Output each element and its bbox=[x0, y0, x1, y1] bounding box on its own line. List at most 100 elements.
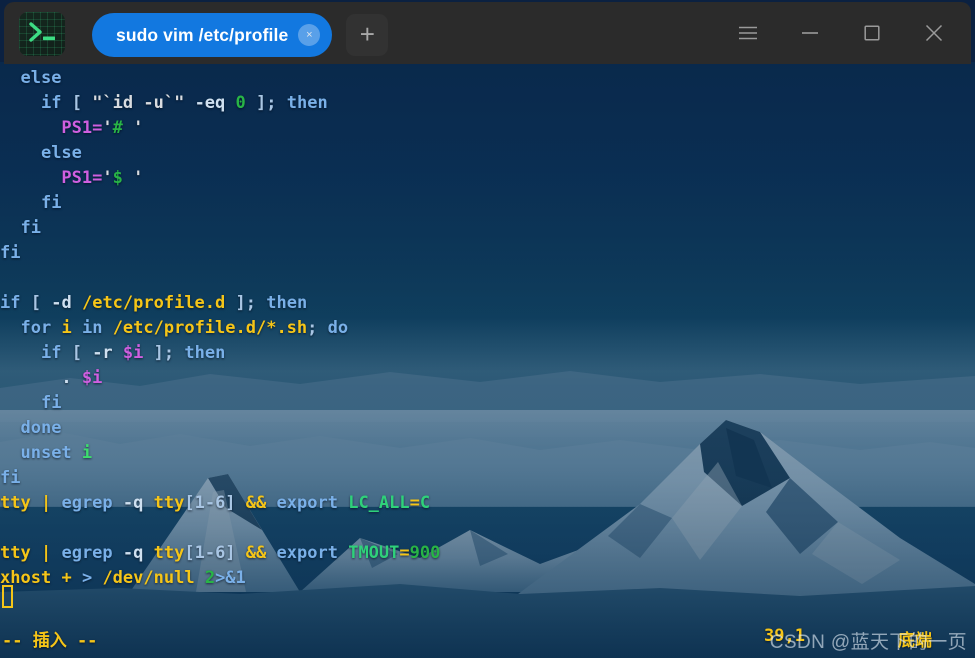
code-token: export bbox=[276, 543, 338, 563]
hamburger-menu-icon[interactable] bbox=[717, 2, 779, 64]
code-token: = bbox=[399, 543, 410, 563]
code-token: else bbox=[40, 143, 82, 163]
code-token: = bbox=[409, 493, 420, 513]
code-token: if bbox=[0, 293, 21, 313]
code-token: /dev/null bbox=[102, 568, 195, 588]
code-token: tty bbox=[153, 493, 185, 513]
code-line: if [ -r $i ]; then bbox=[0, 341, 975, 366]
code-token: tty bbox=[0, 543, 31, 563]
code-token: ' bbox=[102, 168, 113, 188]
code-line: xhost + > /dev/null 2>&1 bbox=[0, 566, 975, 591]
code-token: . bbox=[61, 368, 72, 388]
code-token: unset bbox=[20, 443, 72, 463]
tab-sudo-vim-etc-profile[interactable]: sudo vim /etc/profile × bbox=[92, 13, 333, 57]
code-token: ; bbox=[266, 93, 277, 113]
code-line: fi bbox=[0, 241, 975, 266]
tab-close-icon[interactable]: × bbox=[298, 24, 321, 46]
code-token: i bbox=[61, 318, 72, 338]
new-tab-button[interactable]: + bbox=[346, 14, 389, 56]
code-token: # bbox=[112, 118, 123, 138]
code-token: export bbox=[276, 493, 338, 513]
vim-buffer[interactable]: else if [ "`id -u`" -eq 0 ]; then PS1='#… bbox=[0, 62, 975, 616]
code-line: tty | egrep -q tty[1-6] && export TMOUT=… bbox=[0, 541, 975, 566]
code-token: tty bbox=[0, 493, 31, 513]
code-token: && bbox=[245, 543, 267, 563]
code-token: else bbox=[20, 68, 62, 88]
code-token: | bbox=[40, 543, 52, 563]
code-token: $i bbox=[122, 343, 144, 363]
code-token: $i bbox=[81, 368, 103, 388]
code-token: [ bbox=[71, 93, 82, 113]
code-token: [1-6] bbox=[184, 543, 236, 563]
code-token: TMOUT bbox=[348, 543, 400, 563]
code-token: if bbox=[40, 93, 62, 113]
code-token: LC_ALL bbox=[348, 493, 410, 513]
code-token: if bbox=[40, 343, 62, 363]
code-token: fi bbox=[40, 393, 62, 413]
vim-cursor bbox=[2, 585, 13, 608]
terminal-content[interactable]: else if [ "`id -u`" -eq 0 ]; then PS1='#… bbox=[0, 62, 975, 658]
code-token: fi bbox=[20, 218, 41, 238]
code-token: in bbox=[81, 318, 103, 338]
code-line: fi bbox=[0, 191, 975, 216]
code-token: ; bbox=[307, 318, 318, 338]
code-token: "`id -u`" bbox=[92, 93, 185, 113]
code-line: PS1='$ ' bbox=[0, 166, 975, 191]
close-icon[interactable] bbox=[903, 2, 965, 64]
code-line: for i in /etc/profile.d/*.sh; do bbox=[0, 316, 975, 341]
code-token: 900 bbox=[409, 543, 441, 563]
code-token: then bbox=[286, 93, 328, 113]
code-line: else bbox=[0, 66, 975, 91]
terminal-window: sudo vim /etc/profile × + else if ["`id… bbox=[0, 0, 975, 658]
maximize-icon[interactable] bbox=[841, 2, 903, 64]
code-token: C bbox=[419, 493, 431, 513]
code-token: egrep bbox=[61, 493, 113, 513]
code-token: >&1 bbox=[215, 568, 246, 588]
code-token: ; bbox=[245, 293, 257, 313]
code-token: done bbox=[20, 418, 62, 438]
terminal-prompt-icon bbox=[19, 12, 65, 56]
code-token: ] bbox=[235, 293, 246, 313]
code-token: -q bbox=[122, 493, 144, 513]
minimize-icon[interactable] bbox=[779, 2, 841, 64]
code-token: fi bbox=[0, 243, 21, 263]
code-token: [ bbox=[71, 343, 82, 363]
tab-label: sudo vim /etc/profile bbox=[116, 24, 289, 45]
code-token: -q bbox=[122, 543, 144, 563]
code-token: [1-6] bbox=[184, 493, 236, 513]
